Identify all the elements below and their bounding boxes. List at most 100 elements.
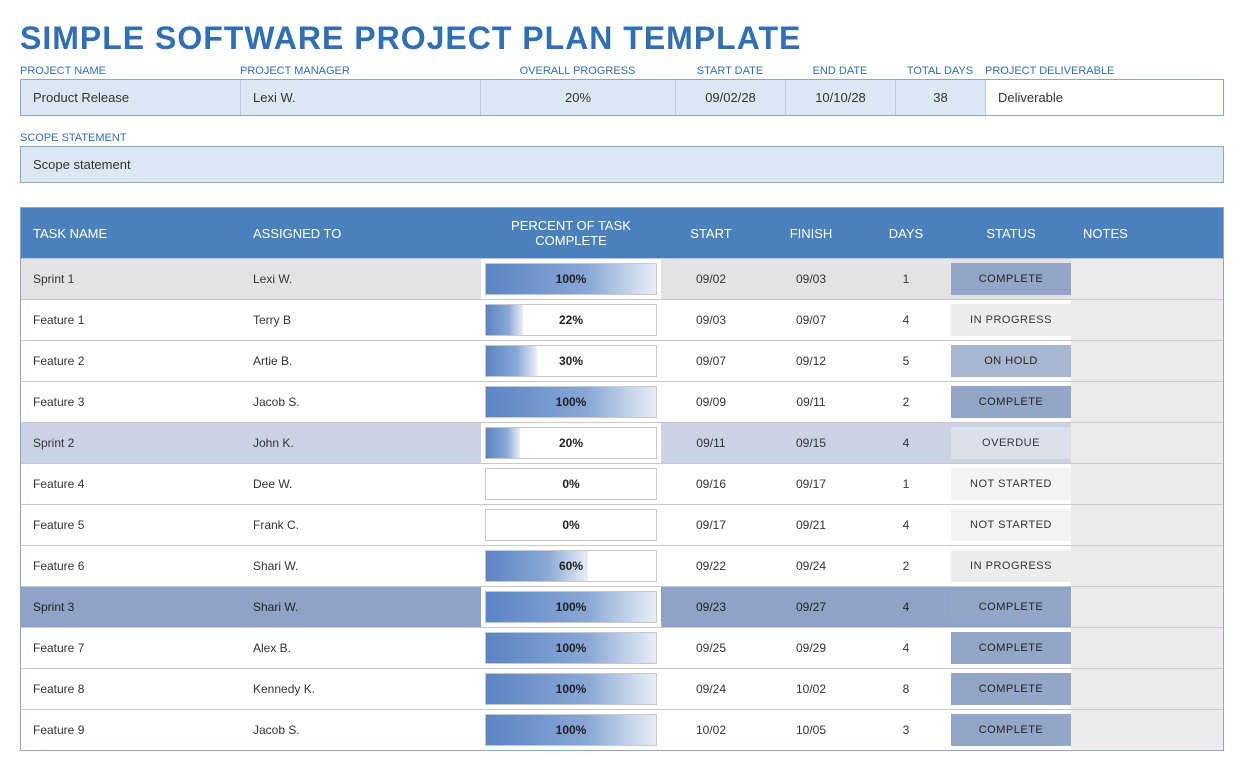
cell-task-name[interactable]: Sprint 1 [21, 259, 241, 299]
cell-assigned-to[interactable]: Shari W. [241, 587, 481, 627]
cell-assigned-to[interactable]: Alex B. [241, 628, 481, 668]
cell-status[interactable]: COMPLETE [951, 669, 1071, 709]
cell-start[interactable]: 09/17 [661, 505, 761, 545]
cell-start[interactable]: 09/11 [661, 423, 761, 463]
cell-assigned-to[interactable]: Frank C. [241, 505, 481, 545]
cell-finish[interactable]: 09/24 [761, 546, 861, 586]
cell-notes[interactable] [1071, 464, 1223, 504]
cell-finish[interactable]: 10/02 [761, 669, 861, 709]
cell-status[interactable]: COMPLETE [951, 587, 1071, 627]
cell-start[interactable]: 09/25 [661, 628, 761, 668]
cell-days[interactable]: 4 [861, 587, 951, 627]
cell-status[interactable]: COMPLETE [951, 382, 1071, 422]
cell-finish[interactable]: 09/29 [761, 628, 861, 668]
cell-notes[interactable] [1071, 505, 1223, 545]
cell-task-name[interactable]: Feature 1 [21, 300, 241, 340]
cell-days[interactable]: 4 [861, 505, 951, 545]
cell-percent-complete[interactable]: 100% [481, 669, 661, 709]
cell-percent-complete[interactable]: 100% [481, 587, 661, 627]
cell-status[interactable]: IN PROGRESS [951, 546, 1071, 586]
cell-finish[interactable]: 10/05 [761, 710, 861, 750]
cell-task-name[interactable]: Feature 5 [21, 505, 241, 545]
value-project-manager[interactable]: Lexi W. [241, 80, 481, 115]
cell-task-name[interactable]: Feature 7 [21, 628, 241, 668]
value-project-name[interactable]: Product Release [21, 80, 241, 115]
cell-start[interactable]: 09/23 [661, 587, 761, 627]
cell-notes[interactable] [1071, 423, 1223, 463]
cell-assigned-to[interactable]: John K. [241, 423, 481, 463]
cell-notes[interactable] [1071, 300, 1223, 340]
cell-notes[interactable] [1071, 669, 1223, 709]
cell-status[interactable]: NOT STARTED [951, 464, 1071, 504]
cell-percent-complete[interactable]: 20% [481, 423, 661, 463]
cell-percent-complete[interactable]: 100% [481, 382, 661, 422]
value-total-days[interactable]: 38 [896, 80, 986, 115]
cell-status[interactable]: NOT STARTED [951, 505, 1071, 545]
cell-task-name[interactable]: Sprint 2 [21, 423, 241, 463]
cell-task-name[interactable]: Sprint 3 [21, 587, 241, 627]
cell-days[interactable]: 2 [861, 546, 951, 586]
cell-percent-complete[interactable]: 22% [481, 300, 661, 340]
cell-assigned-to[interactable]: Terry B [241, 300, 481, 340]
cell-days[interactable]: 3 [861, 710, 951, 750]
value-overall-progress[interactable]: 20% [481, 80, 676, 115]
cell-days[interactable]: 5 [861, 341, 951, 381]
cell-start[interactable]: 09/03 [661, 300, 761, 340]
value-scope-statement[interactable]: Scope statement [20, 146, 1224, 183]
cell-assigned-to[interactable]: Lexi W. [241, 259, 481, 299]
cell-start[interactable]: 09/24 [661, 669, 761, 709]
cell-finish[interactable]: 09/15 [761, 423, 861, 463]
cell-assigned-to[interactable]: Dee W. [241, 464, 481, 504]
cell-assigned-to[interactable]: Shari W. [241, 546, 481, 586]
cell-assigned-to[interactable]: Artie B. [241, 341, 481, 381]
cell-percent-complete[interactable]: 0% [481, 464, 661, 504]
cell-percent-complete[interactable]: 60% [481, 546, 661, 586]
cell-percent-complete[interactable]: 100% [481, 259, 661, 299]
cell-assigned-to[interactable]: Jacob S. [241, 710, 481, 750]
value-start-date[interactable]: 09/02/28 [676, 80, 786, 115]
cell-task-name[interactable]: Feature 2 [21, 341, 241, 381]
cell-start[interactable]: 10/02 [661, 710, 761, 750]
cell-status[interactable]: ON HOLD [951, 341, 1071, 381]
cell-start[interactable]: 09/16 [661, 464, 761, 504]
cell-percent-complete[interactable]: 30% [481, 341, 661, 381]
cell-notes[interactable] [1071, 710, 1223, 750]
cell-notes[interactable] [1071, 587, 1223, 627]
cell-days[interactable]: 4 [861, 628, 951, 668]
cell-assigned-to[interactable]: Kennedy K. [241, 669, 481, 709]
value-deliverable[interactable]: Deliverable [986, 80, 1223, 115]
cell-status[interactable]: COMPLETE [951, 628, 1071, 668]
cell-finish[interactable]: 09/21 [761, 505, 861, 545]
cell-start[interactable]: 09/07 [661, 341, 761, 381]
cell-notes[interactable] [1071, 628, 1223, 668]
cell-notes[interactable] [1071, 259, 1223, 299]
cell-notes[interactable] [1071, 382, 1223, 422]
cell-finish[interactable]: 09/03 [761, 259, 861, 299]
cell-task-name[interactable]: Feature 3 [21, 382, 241, 422]
cell-task-name[interactable]: Feature 9 [21, 710, 241, 750]
cell-status[interactable]: COMPLETE [951, 710, 1071, 750]
cell-days[interactable]: 4 [861, 423, 951, 463]
cell-task-name[interactable]: Feature 6 [21, 546, 241, 586]
cell-notes[interactable] [1071, 341, 1223, 381]
cell-notes[interactable] [1071, 546, 1223, 586]
cell-finish[interactable]: 09/27 [761, 587, 861, 627]
value-end-date[interactable]: 10/10/28 [786, 80, 896, 115]
cell-task-name[interactable]: Feature 4 [21, 464, 241, 504]
cell-finish[interactable]: 09/17 [761, 464, 861, 504]
cell-assigned-to[interactable]: Jacob S. [241, 382, 481, 422]
cell-finish[interactable]: 09/11 [761, 382, 861, 422]
cell-percent-complete[interactable]: 0% [481, 505, 661, 545]
cell-start[interactable]: 09/22 [661, 546, 761, 586]
cell-status[interactable]: COMPLETE [951, 259, 1071, 299]
cell-finish[interactable]: 09/07 [761, 300, 861, 340]
cell-status[interactable]: OVERDUE [951, 423, 1071, 463]
cell-days[interactable]: 1 [861, 259, 951, 299]
cell-percent-complete[interactable]: 100% [481, 710, 661, 750]
cell-days[interactable]: 8 [861, 669, 951, 709]
cell-status[interactable]: IN PROGRESS [951, 300, 1071, 340]
cell-start[interactable]: 09/09 [661, 382, 761, 422]
cell-finish[interactable]: 09/12 [761, 341, 861, 381]
cell-start[interactable]: 09/02 [661, 259, 761, 299]
cell-days[interactable]: 2 [861, 382, 951, 422]
